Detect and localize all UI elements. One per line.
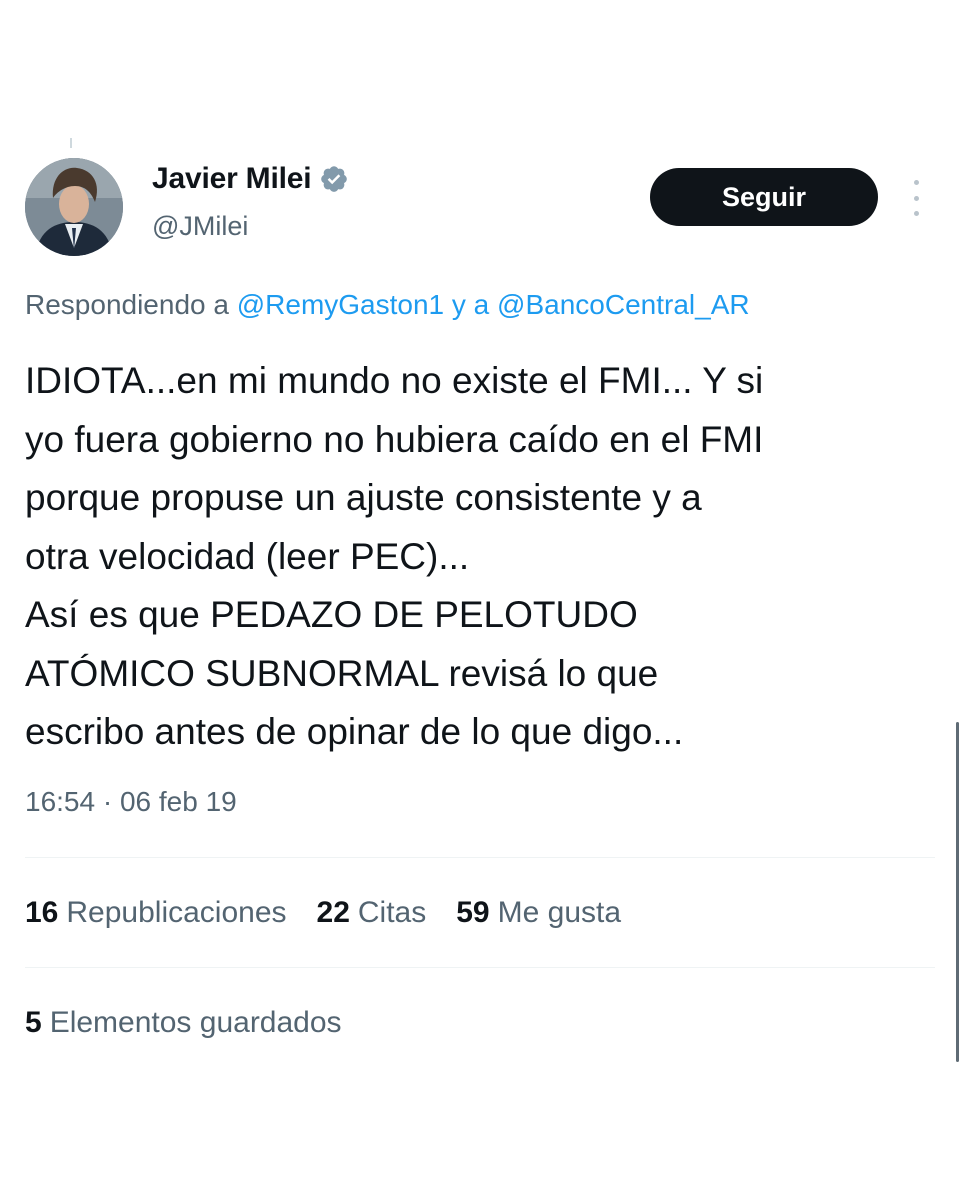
quotes-stat[interactable]: 22 Citas	[317, 896, 427, 930]
follow-button[interactable]: Seguir	[650, 168, 878, 226]
bookmarks-label: Elementos guardados	[49, 1006, 342, 1039]
reply-prefix: Respondiendo a	[25, 289, 237, 320]
bookmarks-count: 5	[25, 1006, 42, 1039]
reply-context: Respondiendo a @RemyGaston1 y a @BancoCe…	[25, 289, 750, 321]
tweet-text: IDIOTA...en mi mundo no existe el FMI...…	[25, 360, 764, 752]
reposts-label: Republicaciones	[66, 896, 287, 929]
likes-stat[interactable]: 59 Me gusta	[456, 896, 621, 930]
reposts-stat[interactable]: 16 Republicaciones	[25, 896, 287, 930]
divider	[25, 857, 935, 858]
author-name-row: Javier Milei	[152, 162, 349, 196]
author-handle[interactable]: @JMilei	[152, 211, 248, 242]
reposts-count: 16	[25, 896, 59, 929]
mention-link-bancocentral[interactable]: @BancoCentral_AR	[497, 289, 750, 320]
mention-link-remygaston[interactable]: @RemyGaston1	[237, 289, 444, 320]
likes-count: 59	[456, 896, 490, 929]
more-vertical-icon[interactable]	[906, 180, 926, 216]
tweet-timestamp[interactable]: 16:54 · 06 feb 19	[25, 786, 237, 818]
thread-line	[70, 138, 72, 148]
verified-badge-icon	[319, 164, 349, 194]
avatar[interactable]	[25, 158, 123, 256]
engagement-stats: 16 Republicaciones 22 Citas 59 Me gusta	[25, 896, 621, 930]
quotes-label: Citas	[357, 896, 427, 929]
likes-label: Me gusta	[497, 896, 622, 929]
scrollbar[interactable]	[956, 722, 959, 1062]
reply-joiner: y a	[444, 289, 498, 320]
author-display-name[interactable]: Javier Milei	[152, 162, 312, 196]
divider	[25, 967, 935, 968]
avatar-photo	[25, 158, 123, 256]
bookmarks-stat[interactable]: 5 Elementos guardados	[25, 1006, 342, 1040]
quotes-count: 22	[316, 896, 350, 929]
